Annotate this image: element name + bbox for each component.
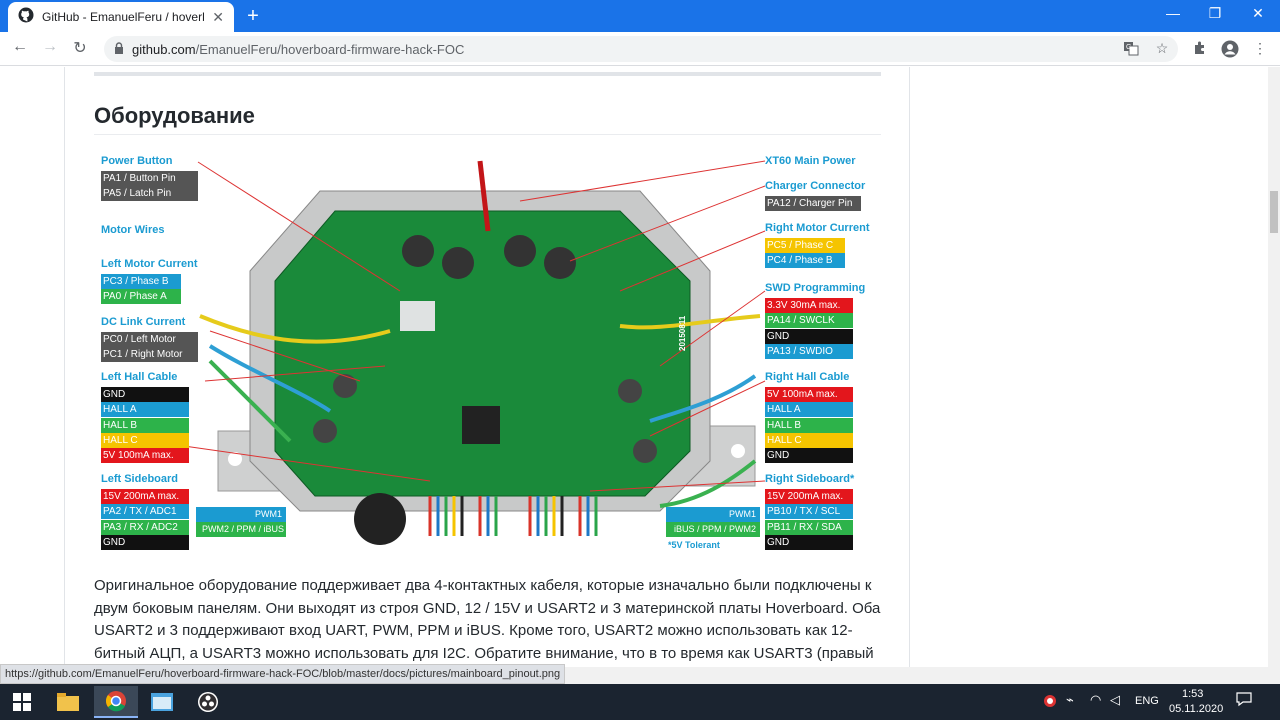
left-pin-label: PA5 / Latch Pin [101, 186, 198, 202]
right-pin-label: GND [765, 448, 853, 464]
url-domain: github.com [132, 41, 196, 57]
windows-taskbar: ⌁ ◠ ◁ ENG 1:53 05.11.2020 [0, 684, 1280, 720]
left-pin-label: 5V 100mA max. [101, 448, 189, 464]
new-tab-button[interactable]: + [242, 5, 264, 28]
clock-time[interactable]: 1:53 [1182, 688, 1203, 700]
right-pin-label: PA12 / Charger Pin [765, 196, 861, 211]
language-indicator[interactable]: ENG [1135, 695, 1159, 707]
left-pin-label: PA0 / Phase A [101, 289, 181, 305]
left-pwm1-label: PWM1 [196, 507, 286, 522]
maximize-button[interactable]: ❐ [1200, 5, 1230, 22]
back-arrow-icon[interactable]: ← [9, 38, 31, 56]
forward-arrow-icon[interactable]: → [39, 38, 61, 56]
right-pin-label: HALL B [765, 417, 853, 433]
page-content: Оборудование Оригинальное оборудование п… [0, 67, 1268, 667]
right-group-title: Right Hall Cable [765, 371, 850, 383]
left-pin-label: GND [101, 387, 189, 402]
translate-icon[interactable]: G [1121, 40, 1141, 59]
title-bar: GitHub - EmanuelFeru / hoverbo ✕ + — ❐ ✕ [0, 0, 1280, 32]
left-pin-label: PC1 / Right Motor [101, 347, 198, 363]
right-pin-label: HALL C [765, 432, 853, 448]
right-pin-label: PC5 / Phase C [765, 238, 845, 253]
right-pin-label: PA13 / SWDIO [765, 343, 853, 359]
left-pin-label: 15V 200mA max. [101, 489, 189, 504]
right-group-title: Right Sideboard* [765, 473, 855, 485]
left-pin-label: PA2 / TX / ADC1 [101, 504, 189, 520]
network-off-icon[interactable]: ⌁ [1066, 692, 1074, 708]
section-paragraph: Оригинальное оборудование поддерживает д… [94, 577, 881, 662]
record-icon[interactable] [1043, 694, 1057, 711]
right-pin-label: PB10 / TX / SCL [765, 504, 853, 520]
lock-icon [114, 41, 124, 57]
right-pin-label: PB11 / RX / SDA [765, 519, 853, 535]
chrome-icon[interactable] [94, 686, 138, 718]
left-pin-label: PC0 / Left Motor [101, 332, 198, 347]
right-pin-label: PA14 / SWCLK [765, 313, 853, 329]
window-close-button[interactable]: ✕ [1243, 5, 1273, 22]
left-group-title: Left Hall Cable [101, 371, 178, 383]
left-pin-label: HALL C [101, 432, 189, 448]
wifi-icon[interactable]: ◠ [1090, 692, 1101, 708]
extensions-icon[interactable] [1190, 40, 1210, 59]
right-group-title: XT60 Main Power [765, 155, 856, 167]
left-pin-label: GND [101, 534, 189, 550]
right-pin-label: 15V 200mA max. [765, 489, 853, 504]
left-group-title: Power Button [101, 155, 173, 167]
window-app-icon[interactable] [140, 686, 184, 718]
minimize-button[interactable]: — [1158, 5, 1188, 21]
github-icon [18, 7, 34, 28]
scroll-thumb[interactable] [1270, 191, 1278, 233]
mainboard-pinout-image[interactable]: Power Button PA1 / Button Pin PA5 / Latch … [100, 151, 870, 551]
url-path: /EmanuelFeru/hoverboard-firmware-hack-FO… [195, 41, 465, 57]
heading-underline [94, 134, 881, 135]
right-pwm2-label: iBUS / PPM / PWM2 [666, 522, 760, 537]
left-group-title: Motor Wires [101, 224, 165, 236]
vertical-scrollbar[interactable] [1268, 67, 1280, 667]
section-heading: Оборудование [94, 103, 255, 128]
left-group-title: DC Link Current [101, 316, 186, 328]
browser-tab[interactable]: GitHub - EmanuelFeru / hoverbo ✕ [8, 2, 234, 32]
right-group-title: Right Motor Current [765, 222, 870, 234]
right-group-title: SWD Programming [765, 282, 866, 294]
right-pin-label: GND [765, 534, 853, 550]
svg-text:G: G [1126, 44, 1131, 51]
left-pin-label: PA3 / RX / ADC2 [101, 519, 189, 535]
file-explorer-icon[interactable] [46, 686, 90, 718]
status-bar-url: https://github.com/EmanuelFeru/hoverboar… [0, 664, 566, 684]
right-pin-label: PC4 / Phase B [765, 253, 845, 269]
left-pin-label: HALL B [101, 417, 189, 433]
board-illustration [183, 160, 766, 545]
right-pin-label: GND [765, 328, 853, 344]
reload-icon[interactable]: ↻ [69, 38, 91, 58]
right-group-title: Charger Connector [765, 180, 866, 192]
notifications-icon[interactable] [1236, 691, 1252, 710]
volume-icon[interactable]: ◁ [1110, 692, 1120, 708]
left-pin-label: PC3 / Phase B [101, 274, 181, 289]
tolerant-note: *5V Tolerant [668, 540, 720, 550]
left-pin-label: PA1 / Button Pin [101, 171, 198, 186]
obs-icon[interactable] [186, 686, 230, 718]
windows-start-icon[interactable] [0, 686, 44, 718]
right-pwm1-label: PWM1 [666, 507, 760, 522]
left-group-title: Left Motor Current [101, 258, 198, 270]
right-pin-label: 5V 100mA max. [765, 387, 853, 402]
tab-title: GitHub - EmanuelFeru / hoverbo [42, 10, 205, 24]
profile-avatar-icon[interactable] [1220, 40, 1240, 61]
right-pin-label: 3.3V 30mA max. [765, 298, 853, 313]
menu-kebab-icon[interactable]: ⋮ [1250, 40, 1270, 57]
tab-close-icon[interactable]: ✕ [212, 9, 224, 26]
right-pin-label: HALL A [765, 402, 853, 418]
left-pin-label: HALL A [101, 402, 189, 418]
divider [94, 72, 881, 76]
browser-toolbar: ← → ↻ github.com/EmanuelFeru/hoverboard-… [0, 32, 1280, 66]
left-pwm2-label: PWM2 / PPM / iBUS [196, 522, 286, 537]
address-bar[interactable]: github.com/EmanuelFeru/hoverboard-firmwa… [104, 36, 1178, 62]
bookmark-star-icon[interactable]: ☆ [1152, 40, 1172, 57]
board-marking: 20150811 [678, 315, 687, 351]
left-group-title: Left Sideboard [101, 473, 179, 485]
clock-date[interactable]: 05.11.2020 [1169, 703, 1223, 715]
